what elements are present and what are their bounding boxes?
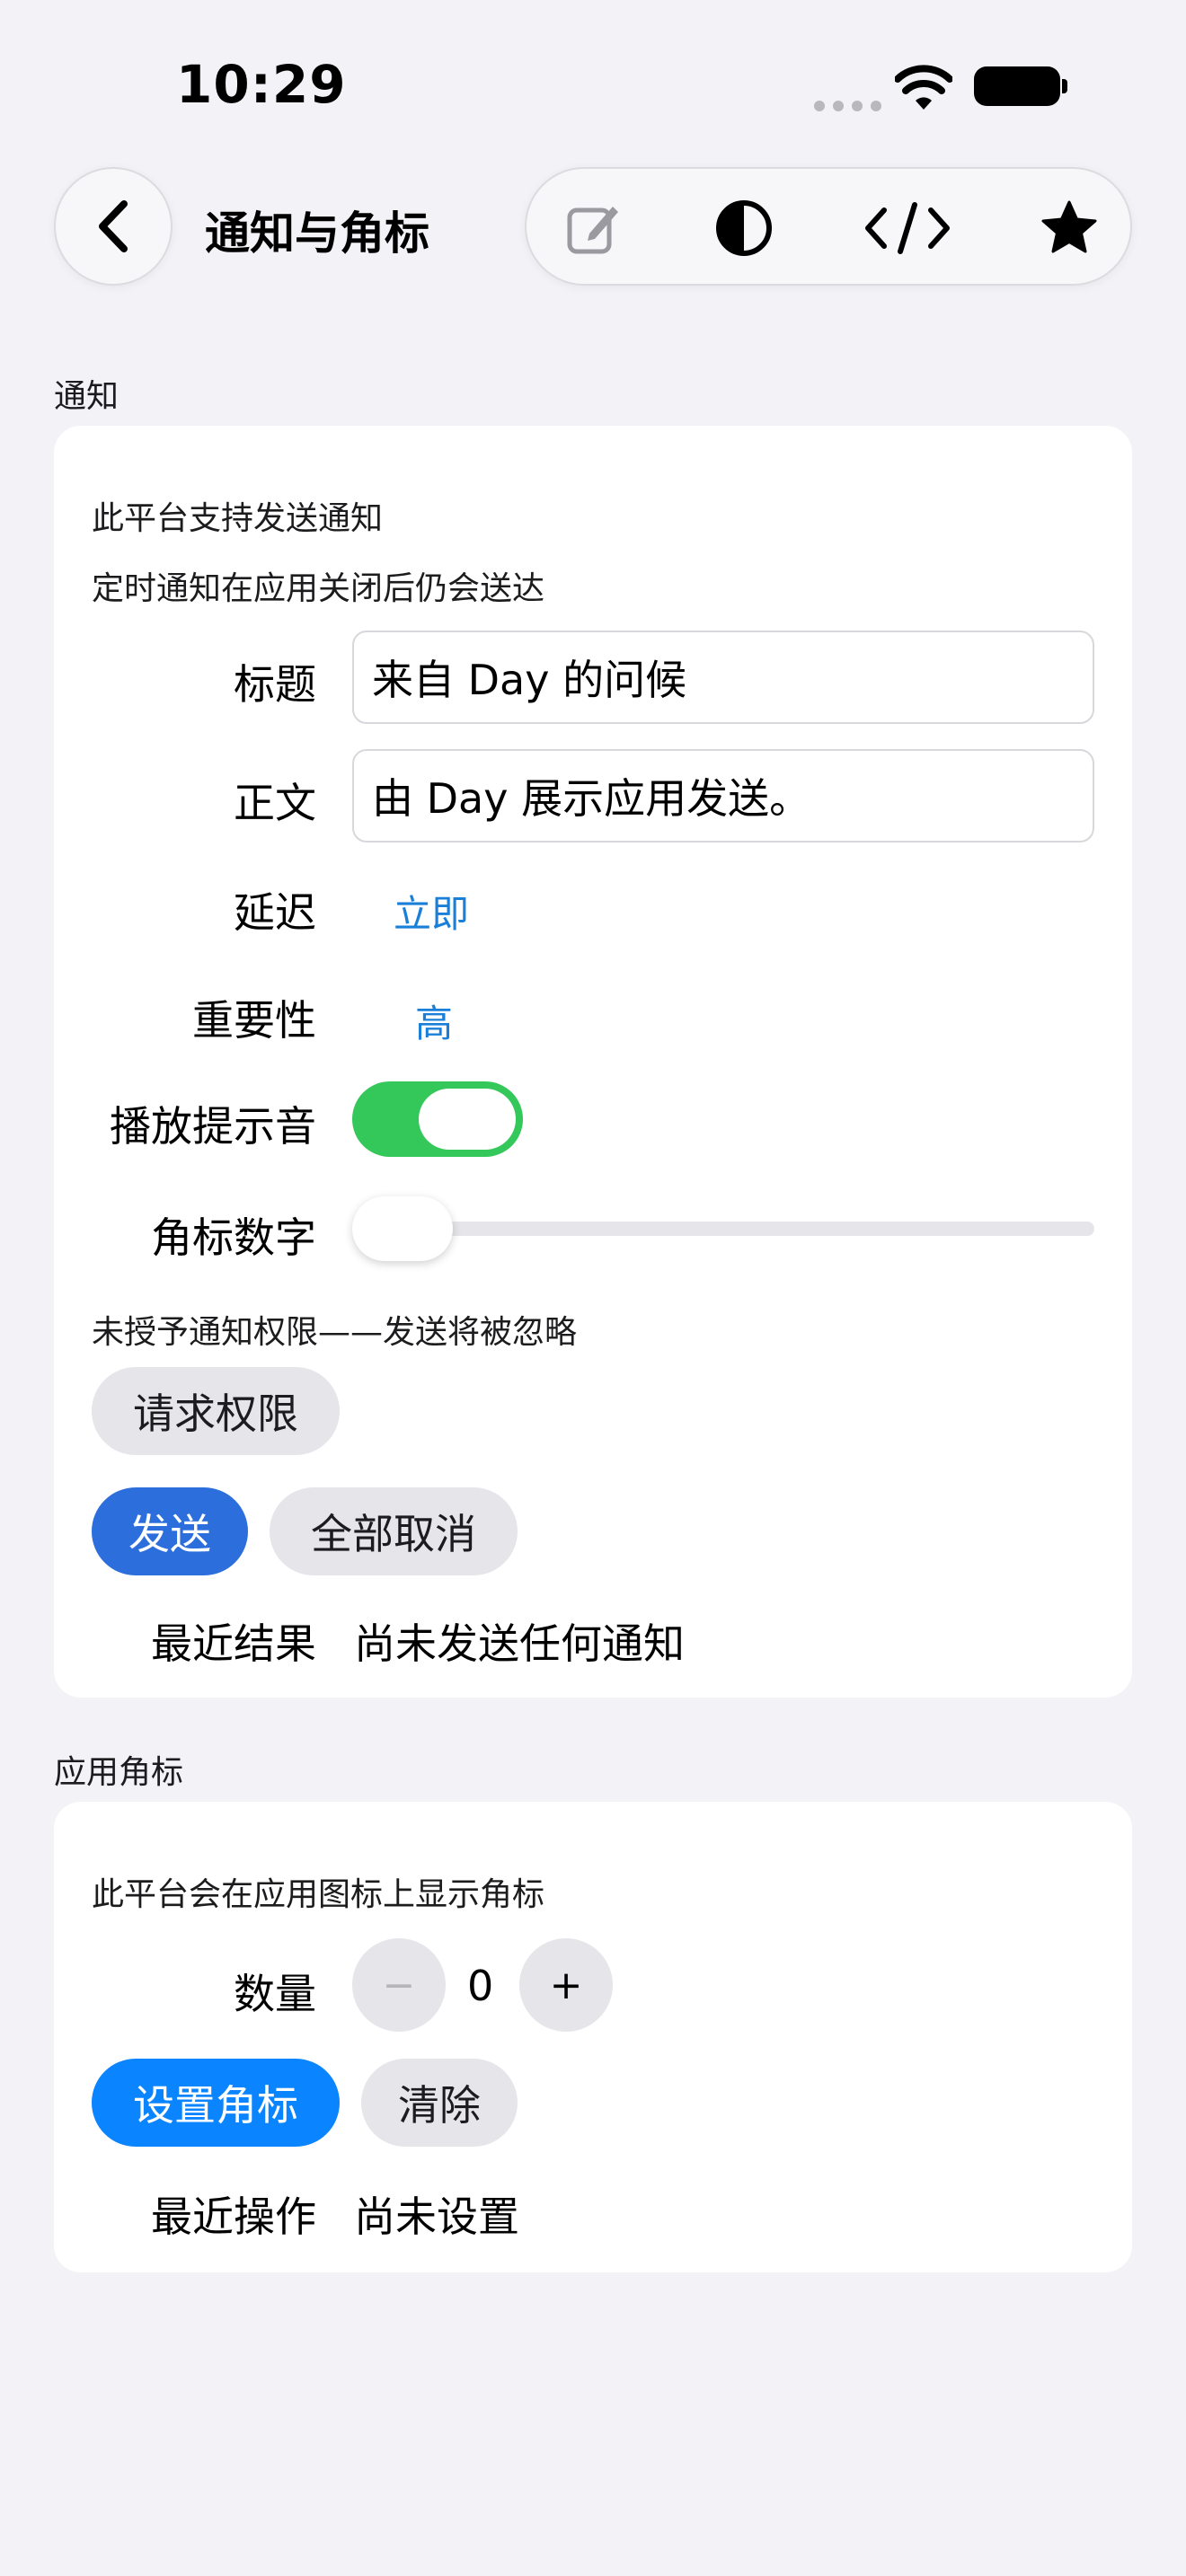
importance-picker[interactable]: 高 xyxy=(415,993,453,1048)
quantity-value: 0 xyxy=(467,1962,494,2010)
wifi-icon xyxy=(895,65,952,110)
cancel-all-button[interactable]: 全部取消 xyxy=(270,1487,518,1575)
compose-icon xyxy=(567,207,618,254)
section-header-app-badge: 应用角标 xyxy=(54,1754,184,1791)
body-field-value: 由 Day 展示应用发送。 xyxy=(372,774,811,823)
title-label: 标题 xyxy=(234,660,316,709)
status-time: 10:29 xyxy=(176,54,347,115)
support-note: 此平台支持发送通知 xyxy=(92,500,384,537)
scheduled-note: 定时通知在应用关闭后仍会送达 xyxy=(92,570,545,607)
title-field-value: 来自 Day 的问候 xyxy=(372,656,687,704)
cellular-signal-icon xyxy=(814,101,881,111)
last-result-label: 最近结果 xyxy=(151,1619,316,1668)
set-badge-button[interactable]: 设置角标 xyxy=(92,2059,340,2147)
quantity-label: 数量 xyxy=(234,1970,316,2018)
clear-badge-button[interactable]: 清除 xyxy=(361,2059,518,2147)
section-header-notifications: 通知 xyxy=(54,378,119,415)
increment-button[interactable]: + xyxy=(519,1938,613,2032)
decrement-button[interactable]: − xyxy=(352,1938,446,2032)
appearance-button[interactable] xyxy=(712,196,776,260)
permission-note: 未授予通知权限——发送将被忽略 xyxy=(92,1314,578,1351)
compose-button[interactable] xyxy=(561,196,625,260)
back-button[interactable] xyxy=(54,167,173,286)
body-label: 正文 xyxy=(234,779,316,827)
last-action-value: 尚未设置 xyxy=(354,2192,519,2241)
page-title: 通知与角标 xyxy=(205,207,429,260)
back-chevron-icon xyxy=(99,200,128,252)
code-icon xyxy=(865,202,950,254)
last-action-label: 最近操作 xyxy=(151,2192,316,2241)
title-field[interactable]: 来自 Day 的问候 xyxy=(352,631,1094,724)
contrast-icon xyxy=(716,200,772,256)
code-button[interactable] xyxy=(864,196,951,260)
battery-icon xyxy=(974,66,1060,106)
body-field[interactable]: 由 Day 展示应用发送。 xyxy=(352,749,1094,842)
send-button[interactable]: 发送 xyxy=(92,1487,248,1575)
importance-label: 重要性 xyxy=(192,996,316,1045)
badge-number-label: 角标数字 xyxy=(151,1213,316,1262)
badge-number-slider-knob[interactable] xyxy=(352,1196,453,1261)
sound-toggle-knob xyxy=(419,1089,516,1150)
request-permission-button[interactable]: 请求权限 xyxy=(92,1367,340,1455)
battery-tip xyxy=(1062,79,1067,93)
badge-support-note: 此平台会在应用图标上显示角标 xyxy=(92,1876,545,1913)
sound-label: 播放提示音 xyxy=(110,1102,316,1151)
last-result-value: 尚未发送任何通知 xyxy=(354,1619,685,1668)
star-icon xyxy=(1041,200,1097,253)
delay-picker[interactable]: 立即 xyxy=(394,884,469,939)
delay-label: 延迟 xyxy=(234,888,316,937)
favorite-button[interactable] xyxy=(1037,196,1102,260)
badge-number-slider[interactable] xyxy=(352,1222,1094,1236)
